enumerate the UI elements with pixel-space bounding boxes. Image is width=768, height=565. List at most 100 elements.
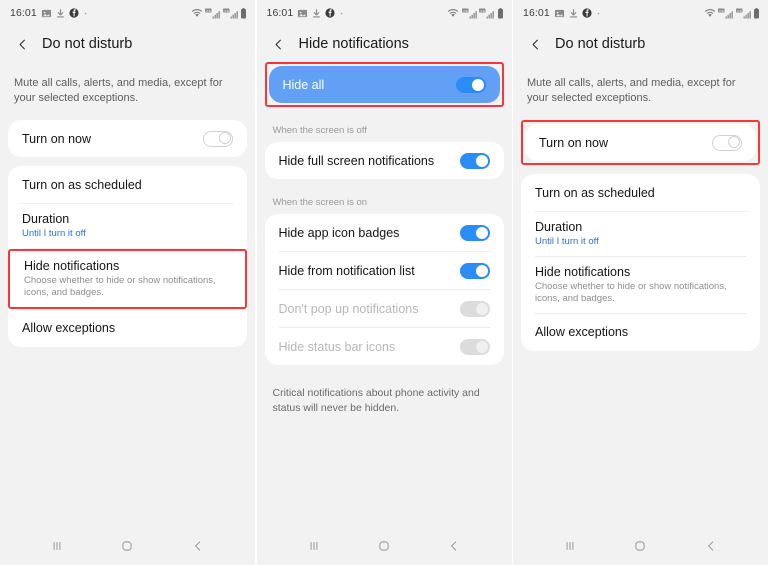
back-button[interactable] xyxy=(525,34,545,54)
wifi-icon xyxy=(191,9,202,17)
status-bar: 16:01 LTE LTE xyxy=(0,0,255,26)
navigation-bar xyxy=(0,527,255,565)
turn-on-now-card: Turn on now xyxy=(525,124,756,161)
signal-sim1-icon: LTE xyxy=(718,8,733,18)
home-button[interactable] xyxy=(622,528,658,564)
toggle-knob xyxy=(218,132,231,144)
hide-all-highlight: Hide all xyxy=(264,62,504,107)
row-title: Hide notifications xyxy=(535,264,631,279)
home-button[interactable] xyxy=(366,528,402,564)
row-text: Turn on as scheduled xyxy=(535,178,655,208)
status-bar-clock: 16:01 xyxy=(10,7,37,19)
signal-sim2-icon: LTE xyxy=(735,8,751,18)
home-button[interactable] xyxy=(109,528,145,564)
status-bar: 16:01 LTE LTE xyxy=(257,0,512,26)
recents-button[interactable] xyxy=(296,528,332,564)
home-icon xyxy=(379,541,389,551)
row-title: Hide app icon badges xyxy=(278,225,400,240)
row-hide-app-icon-badges[interactable]: Hide app icon badges xyxy=(265,214,504,251)
row-turn-on-now[interactable]: Turn on now xyxy=(8,120,247,157)
status-bar-left: 16:01 xyxy=(523,7,601,19)
page-title: Do not disturb xyxy=(42,36,133,52)
battery-icon xyxy=(497,7,503,18)
row-turn-on-as-scheduled[interactable]: Turn on as scheduled xyxy=(521,174,760,211)
app-bar: Hide notifications xyxy=(257,26,512,62)
toggle-hide-all[interactable] xyxy=(455,76,486,93)
dnd-options-card: Turn on as scheduled Duration Until I tu… xyxy=(521,174,760,351)
row-allow-exceptions[interactable]: Allow exceptions xyxy=(8,310,247,347)
row-title: Turn on as scheduled xyxy=(22,177,142,192)
row-duration[interactable]: Duration Until I turn it off xyxy=(521,212,760,256)
image-icon xyxy=(298,9,308,17)
status-bar-right: LTE LTE xyxy=(447,7,504,19)
row-title: Turn on now xyxy=(539,135,609,150)
toggle-hide-app-icon-badges[interactable] xyxy=(459,224,490,241)
row-text: Hide full screen notifications xyxy=(279,146,435,176)
toggle-knob xyxy=(475,302,488,315)
svg-text:LTE: LTE xyxy=(719,8,724,12)
row-duration[interactable]: Duration Until I turn it off xyxy=(8,204,247,248)
row-text: Don't pop up notifications xyxy=(279,294,419,324)
settings-content: Mute all calls, alerts, and media, excep… xyxy=(513,62,768,527)
back-nav-button[interactable] xyxy=(180,528,216,564)
row-turn-on-as-scheduled[interactable]: Turn on as scheduled xyxy=(8,166,247,203)
row-hide-notifications[interactable]: Hide notifications Choose whether to hid… xyxy=(521,257,760,313)
back-nav-button[interactable] xyxy=(436,528,472,564)
toggle-hide-full-screen-notifications[interactable] xyxy=(459,152,490,169)
screen-off-card: Hide full screen notifications xyxy=(264,142,504,179)
recents-button[interactable] xyxy=(552,528,588,564)
svg-text:LTE: LTE xyxy=(206,8,211,12)
row-subtitle: Until I turn it off xyxy=(22,228,86,239)
intro-description: Mute all calls, alerts, and media, excep… xyxy=(14,77,223,104)
row-title: Hide all xyxy=(282,77,325,92)
screenshot-sequence: 16:01 LTE LTE Do not disturb Mute all ca… xyxy=(0,0,768,565)
recents-icon xyxy=(53,541,61,551)
row-hide-status-bar-icons: Hide status bar icons xyxy=(265,328,504,365)
back-icon xyxy=(451,541,457,551)
toggle-knob xyxy=(471,78,484,91)
row-text: Allow exceptions xyxy=(535,317,628,347)
back-button[interactable] xyxy=(12,34,32,54)
signal-sim2-icon: LTE xyxy=(479,8,494,18)
phone-screen-dnd-initial: 16:01 LTE LTE Do not disturb Mute all ca… xyxy=(0,0,255,565)
svg-text:LTE: LTE xyxy=(462,8,467,12)
row-text: Hide app icon badges xyxy=(279,218,400,248)
recents-button[interactable] xyxy=(39,528,75,564)
row-hide-full-screen-notifications[interactable]: Hide full screen notifications xyxy=(265,142,504,179)
recents-icon xyxy=(566,541,574,551)
phone-screen-hide-notifications: 16:01 LTE LTE Hide notifications Hide al… xyxy=(256,0,512,565)
row-title: Don't pop up notifications xyxy=(278,301,419,316)
row-hide-all[interactable]: Hide all xyxy=(268,66,500,103)
signal-sim1-icon: LTE xyxy=(205,8,220,18)
page-title: Do not disturb xyxy=(555,36,646,52)
svg-text:LTE: LTE xyxy=(480,8,485,12)
settings-content: Mute all calls, alerts, and media, excep… xyxy=(0,62,255,527)
recents-icon xyxy=(310,541,318,551)
row-text: Hide status bar icons xyxy=(279,332,396,362)
status-bar-clock: 16:01 xyxy=(266,7,294,19)
row-text: Turn on as scheduled xyxy=(22,170,142,200)
row-text: Hide notifications Choose whether to hid… xyxy=(535,257,746,313)
row-text: Turn on now xyxy=(22,124,91,154)
back-icon xyxy=(194,541,201,551)
toggle-turn-on-now[interactable] xyxy=(203,130,233,147)
row-allow-exceptions[interactable]: Allow exceptions xyxy=(521,314,760,351)
facebook-icon xyxy=(582,8,592,18)
status-bar-right: LTE LTE xyxy=(704,7,761,19)
row-subtitle: Until I turn it off xyxy=(535,236,599,247)
download-icon xyxy=(56,8,64,17)
back-button[interactable] xyxy=(269,34,289,54)
back-nav-button[interactable] xyxy=(693,528,729,564)
toggle-hide-status-bar-icons xyxy=(459,338,490,355)
turn-on-now-highlight: Turn on now xyxy=(521,120,760,165)
battery-icon xyxy=(754,7,759,18)
footnote-text: Critical notifications about phone activ… xyxy=(272,387,480,414)
row-dont-pop-up-notifications: Don't pop up notifications xyxy=(265,290,504,327)
row-hide-notifications[interactable]: Hide notifications Choose whether to hid… xyxy=(8,248,247,309)
toggle-hide-from-notification-list[interactable] xyxy=(459,262,490,279)
toggle-turn-on-now[interactable] xyxy=(712,134,742,151)
status-bar-right: LTE LTE xyxy=(191,7,248,19)
row-hide-from-notification-list[interactable]: Hide from notification list xyxy=(265,252,504,289)
row-title: Duration xyxy=(535,220,583,234)
row-turn-on-now[interactable]: Turn on now xyxy=(525,124,756,161)
